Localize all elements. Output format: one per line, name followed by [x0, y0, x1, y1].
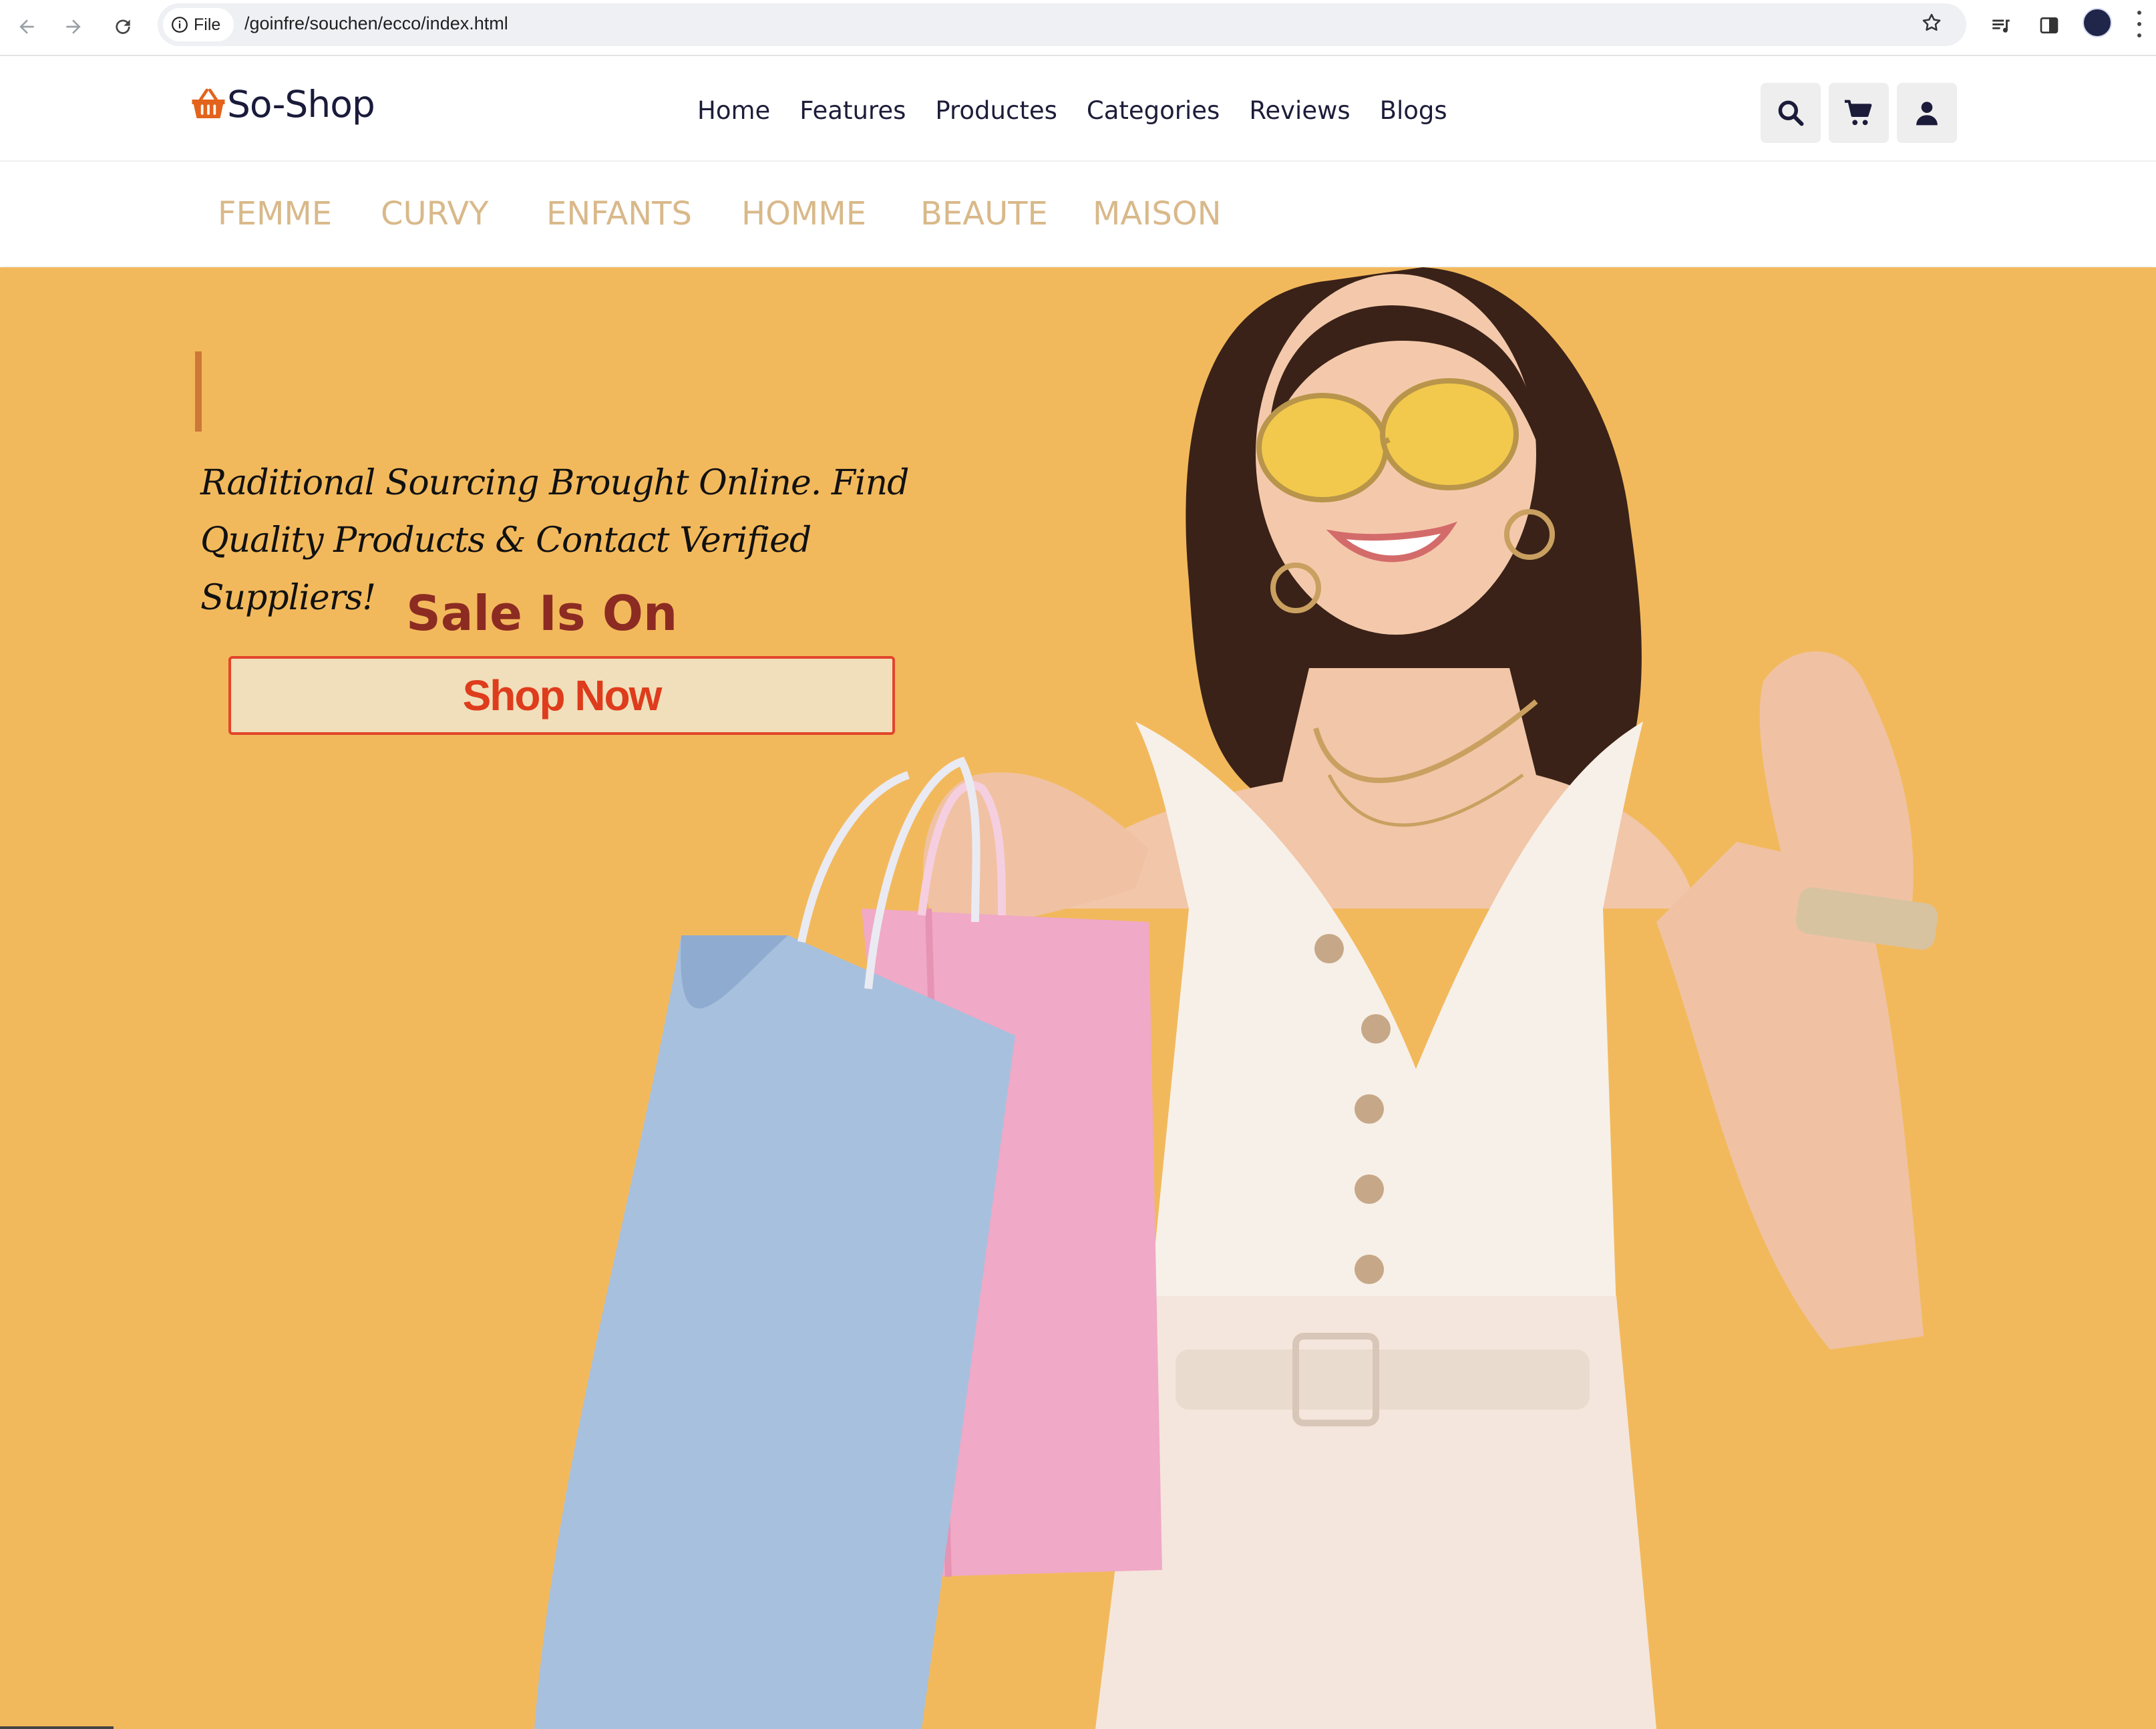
category-femme[interactable]: FEMME: [218, 195, 332, 232]
category-beaute[interactable]: BEAUTE: [920, 195, 1048, 232]
cart-icon: [1844, 100, 1872, 126]
url-text[interactable]: /goinfre/souchen/ecco/index.html: [244, 13, 508, 34]
category-enfants[interactable]: ENFANTS: [546, 195, 692, 232]
accent-bar: [195, 351, 202, 432]
nav-categories[interactable]: Categories: [1087, 96, 1220, 125]
category-homme[interactable]: HOMME: [741, 195, 866, 232]
category-bar: FEMME CURVY ENFANTS HOMME BEAUTE MAISON: [0, 162, 2156, 266]
address-bar[interactable]: File /goinfre/souchen/ecco/index.html: [158, 3, 1966, 46]
site-info-chip[interactable]: File: [163, 8, 234, 41]
reload-icon[interactable]: [106, 9, 140, 44]
side-panel-icon[interactable]: [2033, 9, 2065, 41]
bottom-scroll-strip: [0, 1726, 114, 1729]
shop-now-button[interactable]: Shop Now: [228, 656, 895, 735]
main-nav: Home Features Productes Categories Revie…: [697, 96, 1447, 125]
profile-avatar[interactable]: [2083, 8, 2112, 37]
user-icon: [1916, 102, 1938, 126]
sale-heading: Sale Is On: [406, 585, 678, 641]
site-header: So-Shop Home Features Productes Categori…: [0, 56, 2156, 162]
nav-blogs[interactable]: Blogs: [1380, 96, 1447, 125]
site-chip-label: File: [194, 15, 221, 34]
menu-kebab-icon[interactable]: [2135, 11, 2144, 37]
logo-text: So-Shop: [227, 83, 375, 126]
category-curvy[interactable]: CURVY: [381, 195, 489, 232]
hero-banner: Raditional Sourcing Brought Online. Find…: [0, 267, 2156, 1729]
browser-toolbar: File /goinfre/souchen/ecco/index.html: [0, 0, 2156, 56]
nav-productes[interactable]: Productes: [935, 96, 1057, 125]
nav-home[interactable]: Home: [697, 96, 770, 125]
forward-arrow-icon[interactable]: [56, 9, 91, 44]
info-icon: [172, 17, 188, 33]
account-button[interactable]: [1897, 83, 1957, 143]
cart-button[interactable]: [1829, 83, 1889, 143]
hero-tagline-line1: Raditional Sourcing Brought Online. Find: [200, 463, 909, 503]
shopping-basket-logo-icon: [192, 88, 225, 118]
logo[interactable]: So-Shop: [190, 83, 375, 126]
nav-features[interactable]: Features: [799, 96, 906, 125]
bookmark-star-icon[interactable]: [1918, 9, 1945, 36]
back-arrow-icon[interactable]: [9, 9, 44, 44]
category-maison[interactable]: MAISON: [1093, 195, 1222, 232]
reading-list-icon[interactable]: [1985, 9, 2017, 41]
nav-reviews[interactable]: Reviews: [1249, 96, 1350, 125]
search-icon: [1778, 100, 1804, 126]
search-button[interactable]: [1761, 83, 1821, 143]
